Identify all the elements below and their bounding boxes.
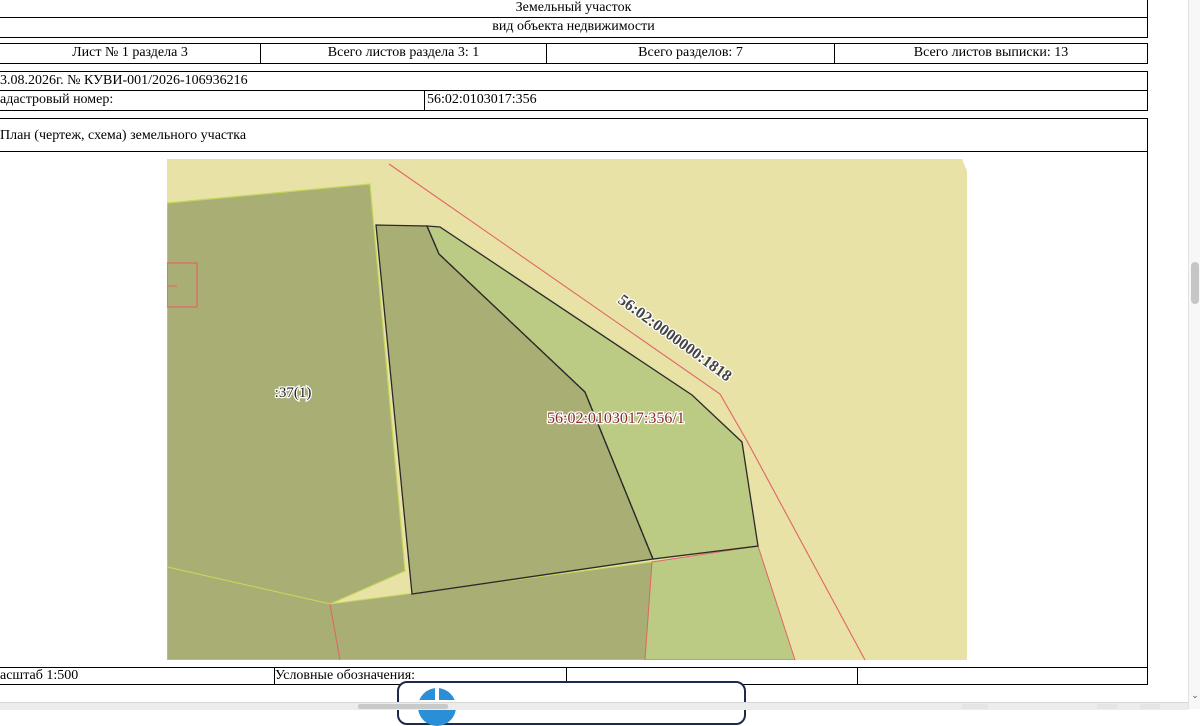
land-plot-map: :37(1) 56:02:0103017:356/1 56:02:0000000… (167, 159, 967, 660)
cadastral-value-cell: 56:02:0103017:356 (424, 90, 1148, 111)
cadastral-label: адастровый номер: (0, 92, 114, 107)
date-number: 3.08.2026г. № КУВИ-001/2026-106936216 (0, 73, 248, 88)
object-subtitle-row: вид объекта недвижимости (0, 17, 1148, 38)
plan-title: План (чертеж, схема) земельного участка (0, 128, 247, 143)
bottom-toolbar-stub-3 (1140, 704, 1160, 709)
label-parcel-356-1: 56:02:0103017:356/1 (547, 410, 685, 427)
bottom-toolbar-stub-2 (1097, 704, 1117, 709)
sections-total: Всего разделов: 7 (638, 45, 743, 60)
cadastral-label-cell: адастровый номер: (0, 90, 425, 111)
plan-title-divider (0, 151, 1148, 152)
sheets-in-section: Всего листов раздела 3: 1 (327, 45, 480, 60)
scroll-down-arrow-icon[interactable]: ⌄ (1190, 690, 1200, 702)
sections-total-cell: Всего разделов: 7 (546, 43, 835, 64)
horizontal-scroll-thumb[interactable] (358, 704, 448, 709)
legend-col-3 (857, 667, 1148, 685)
sheet-number: Лист № 1 раздела 3 (72, 45, 188, 60)
cadastral-value: 56:02:0103017:356 (427, 92, 537, 107)
sheets-total-cell: Всего листов выписки: 13 (834, 43, 1148, 64)
building-footprint (167, 262, 198, 308)
sheets-total: Всего листов выписки: 13 (913, 45, 1069, 60)
scale-text: асштаб 1:500 (0, 668, 79, 683)
object-title: Земельный участок (515, 0, 632, 15)
label-parcel-37: :37(1) (275, 385, 312, 401)
object-title-row: Земельный участок (0, 0, 1148, 18)
object-subtitle: вид объекта недвижимости (492, 19, 655, 34)
vertical-scroll-thumb[interactable] (1191, 262, 1199, 304)
legend-title: Условные обозначения: (275, 668, 416, 683)
date-number-cell: 3.08.2026г. № КУВИ-001/2026-106936216 (0, 71, 1148, 91)
vertical-scrollbar[interactable]: ⌄ (1188, 0, 1200, 709)
bottom-toolbar-stub (962, 704, 988, 709)
scale-cell: асштаб 1:500 (0, 667, 275, 685)
sheet-number-cell: Лист № 1 раздела 3 (0, 43, 261, 64)
sheets-in-section-cell: Всего листов раздела 3: 1 (260, 43, 547, 64)
